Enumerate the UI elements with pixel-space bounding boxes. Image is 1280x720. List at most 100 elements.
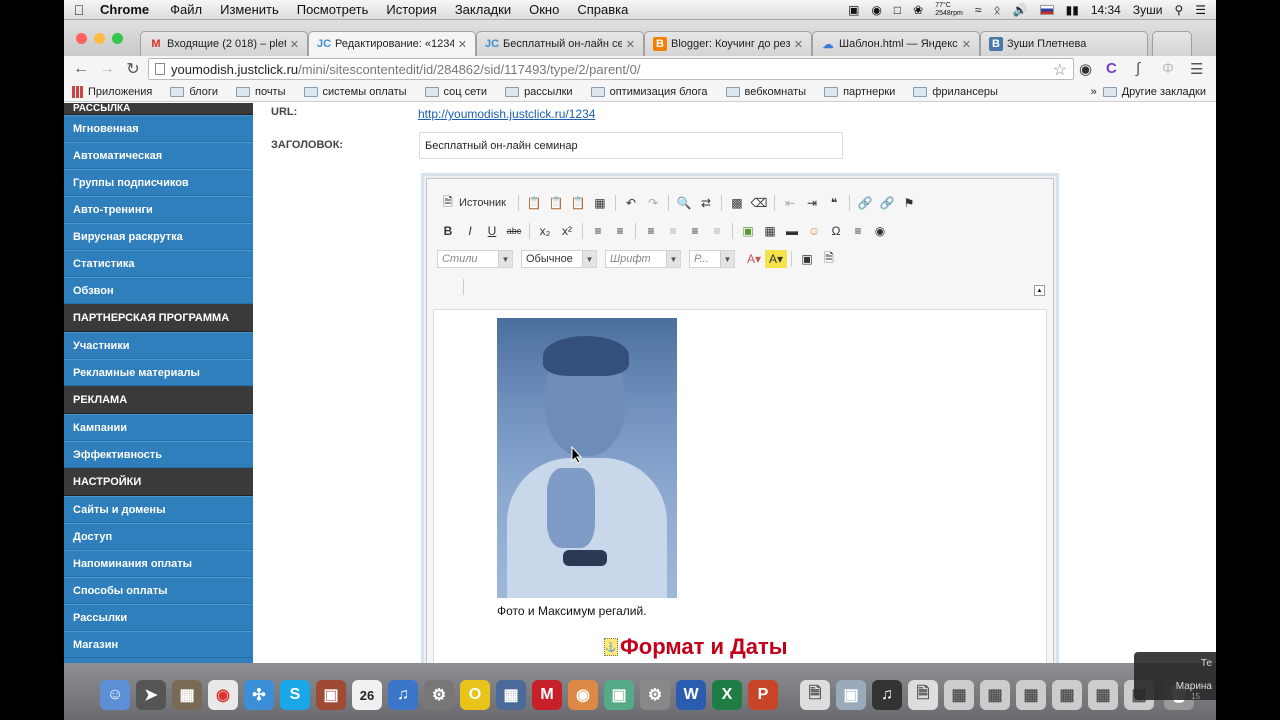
smiley-icon[interactable]: ☺ — [803, 222, 825, 240]
sidebar-item-mailings[interactable]: Рассылки — [64, 604, 253, 631]
extension-chrome-icon[interactable]: ◉ — [1079, 60, 1092, 78]
calendar-icon[interactable]: 26 — [352, 680, 382, 710]
undo-icon[interactable]: ↶ — [620, 194, 642, 212]
back-arrow-icon[interactable]: ← — [68, 60, 94, 78]
bookmark-folder[interactable]: вебкомнаты — [725, 86, 806, 98]
link-icon[interactable]: 🔗 — [854, 194, 876, 212]
paste-icon[interactable]: 📋 — [523, 194, 545, 212]
sidebar-item-access[interactable]: Доступ — [64, 523, 253, 550]
minimize-window-button[interactable] — [94, 33, 105, 44]
superscript-icon[interactable]: x² — [556, 222, 578, 240]
photo-booth-icon[interactable]: ▣ — [316, 680, 346, 710]
screen-capture-icon[interactable]: ▦ — [496, 680, 526, 710]
chrome-dock-icon[interactable]: ◉ — [208, 680, 238, 710]
bookmark-apps[interactable]: Приложения — [72, 85, 152, 98]
bulleted-list-icon[interactable]: ≡ — [609, 222, 631, 240]
utility-icon[interactable]: ⚙ — [640, 680, 670, 710]
reload-icon[interactable]: ↻ — [120, 59, 146, 79]
new-tab-button[interactable] — [1152, 31, 1192, 56]
menu-view[interactable]: Посмотреть — [297, 2, 369, 17]
sidebar-item-instant[interactable]: Мгновенная — [64, 115, 253, 142]
table-icon[interactable]: ▦ — [759, 222, 781, 240]
sidebar-item-payment-methods[interactable]: Способы оплаты — [64, 577, 253, 604]
bookmark-folder[interactable]: почты — [235, 86, 286, 98]
unlink-icon[interactable]: 🔗 — [876, 194, 898, 212]
bookmark-folder[interactable]: рассылки — [505, 86, 573, 98]
align-left-icon[interactable]: ≡ — [640, 222, 662, 240]
window-thumb-icon[interactable]: ▦ — [944, 680, 974, 710]
temperature-monitor[interactable]: 77°C 2548rpm — [935, 2, 963, 18]
menu-bookmarks[interactable]: Закладки — [455, 2, 511, 17]
close-tab-icon[interactable]: ✕ — [458, 38, 467, 51]
paste-word-icon[interactable]: 📋 — [567, 194, 589, 212]
find-icon[interactable]: 🔍 — [673, 194, 695, 212]
dropbox-icon[interactable]: ▣ — [848, 3, 859, 17]
close-tab-icon[interactable]: ✕ — [962, 38, 971, 51]
skype-icon[interactable]: S — [280, 680, 310, 710]
window-thumb-icon[interactable]: ▦ — [1016, 680, 1046, 710]
replace-icon[interactable]: ⇄ — [695, 194, 717, 212]
spotlight-icon[interactable]: ⚲ — [1174, 3, 1183, 17]
italic-icon[interactable]: I — [459, 222, 481, 240]
sidebar-item-participants[interactable]: Участники — [64, 332, 253, 359]
underline-icon[interactable]: U — [481, 222, 503, 240]
o-app-icon[interactable]: O — [460, 680, 490, 710]
zoom-window-button[interactable] — [112, 33, 123, 44]
chrome-menu-icon[interactable]: ☰ — [1190, 60, 1203, 78]
strikethrough-icon[interactable]: abc — [503, 222, 525, 240]
bold-icon[interactable]: B — [437, 222, 459, 240]
safari-icon[interactable]: ✣ — [244, 680, 274, 710]
template-icon[interactable]: ▦ — [589, 194, 611, 212]
source-icon[interactable]: 🗎 — [437, 194, 459, 212]
menu-help[interactable]: Справка — [577, 2, 628, 17]
collapse-toolbar-icon[interactable]: ▲ — [1034, 285, 1045, 296]
tab-vk[interactable]: B Зуши Плетнева — [980, 31, 1148, 56]
text-color-icon[interactable]: A▾ — [743, 250, 765, 268]
portrait-photo[interactable] — [497, 318, 677, 598]
close-window-button[interactable] — [76, 33, 87, 44]
itunes-icon[interactable]: ♫ — [388, 680, 418, 710]
dashboard-icon[interactable]: ▦ — [172, 680, 202, 710]
source-button[interactable]: Источник — [459, 197, 506, 209]
tab-blogger[interactable]: B Blogger: Коучинг до рез ✕ — [644, 31, 812, 56]
document-icon[interactable]: 🗎 — [800, 680, 830, 710]
bookmark-folder[interactable]: блоги — [170, 86, 218, 98]
crop-icon[interactable]: □ — [894, 3, 901, 17]
align-right-icon[interactable]: ≡ — [684, 222, 706, 240]
paste-text-icon[interactable]: 📋 — [545, 194, 567, 212]
anchor-marker-icon[interactable]: ⚓ — [604, 638, 618, 656]
editor-document[interactable]: Фото и Максимум регалий. ⚓ Формат и Даты — [433, 309, 1047, 663]
remove-format-icon[interactable]: ⌫ — [748, 194, 770, 212]
wifi-icon[interactable]: ≈ — [975, 3, 982, 17]
user-menu[interactable]: Зуши — [1133, 3, 1163, 17]
sidebar-item-efficiency[interactable]: Эффективность — [64, 441, 253, 468]
bookmark-folder[interactable]: партнерки — [824, 86, 895, 98]
close-tab-icon[interactable]: ✕ — [290, 38, 299, 51]
music-file-icon[interactable]: ♫ — [872, 680, 902, 710]
sidebar-item-payment-reminders[interactable]: Напоминания оплаты — [64, 550, 253, 577]
extension-phi-icon[interactable]: Φ — [1162, 60, 1174, 77]
screen-record-icon[interactable]: ◉ — [871, 3, 881, 17]
sidebar-item-calls[interactable]: Обзвон — [64, 277, 253, 304]
size-combo[interactable]: Р... ▼ — [689, 250, 735, 268]
menu-window[interactable]: Окно — [529, 2, 559, 17]
bookmark-folder[interactable]: оптимизация блога — [590, 86, 708, 98]
sidebar-item-shop[interactable]: Магазин — [64, 631, 253, 658]
bookmarks-overflow-icon[interactable]: » — [1091, 86, 1097, 98]
finder-icon[interactable]: ☺ — [100, 680, 130, 710]
address-bar[interactable]: youmodish.justclick.ru/mini/sitescontent… — [148, 58, 1074, 80]
sidebar-item-automatic[interactable]: Автоматическая — [64, 142, 253, 169]
page-url-link[interactable]: http://youmodish.justclick.ru/1234 — [418, 107, 595, 121]
subscript-icon[interactable]: x₂ — [534, 222, 556, 240]
excel-icon[interactable]: X — [712, 680, 742, 710]
launchpad-icon[interactable]: ➤ — [136, 680, 166, 710]
volume-icon[interactable]: 🔊 — [1013, 3, 1028, 17]
clock[interactable]: 14:34 — [1091, 3, 1121, 17]
powerpoint-icon[interactable]: P — [748, 680, 778, 710]
numbered-list-icon[interactable]: ≡ — [587, 222, 609, 240]
folder-dock-icon[interactable]: ▣ — [836, 680, 866, 710]
bg-color-icon[interactable]: A▾ — [765, 250, 787, 268]
app-menu[interactable]: Chrome — [100, 2, 149, 17]
forward-arrow-icon[interactable]: → — [94, 60, 120, 78]
align-center-icon[interactable]: ≡ — [662, 222, 684, 240]
